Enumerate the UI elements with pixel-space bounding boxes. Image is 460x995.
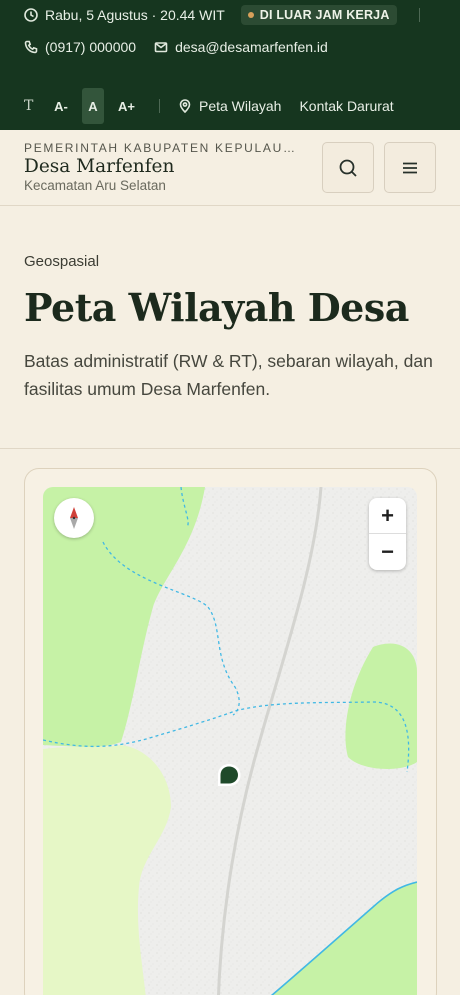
kontak-darurat-link[interactable]: Kontak Darurat [299,98,393,114]
font-increase-button[interactable]: A+ [114,88,139,124]
mail-icon [154,40,168,54]
site-header: PEMERINTAH KABUPATEN KEPULAUAN ARU Desa … [0,130,460,206]
search-button[interactable] [322,142,374,193]
email-link[interactable]: desa@desamarfenfen.id [154,39,328,55]
text-size-icon: T [24,98,34,114]
zoom-in-button[interactable]: + [369,498,406,534]
current-datetime: Rabu, 5 Agustus · 20.44 WIT [45,7,225,23]
top-info-bar: Rabu, 5 Agustus · 20.44 WIT DI LUAR JAM … [0,0,460,130]
compass-icon [70,507,78,529]
map-pin-icon [178,99,192,113]
status-badge-label: DI LUAR JAM KERJA [259,8,390,22]
zoom-control: + − [369,498,406,570]
page-description: Batas administratif (RW & RT), sebaran w… [24,351,433,399]
font-normal-button[interactable]: A [82,88,104,124]
peta-wilayah-label: Peta Wilayah [198,98,282,114]
map-tiles[interactable] [43,487,417,995]
phone-icon [24,40,38,54]
village-map[interactable] [43,487,417,995]
menu-icon [403,162,417,173]
font-decrease-button[interactable]: A- [50,88,72,124]
divider [158,99,160,113]
phone-link[interactable]: (0917) 000000 [24,39,136,55]
location-marker-icon[interactable] [216,762,242,788]
page-title: Peta Wilayah Desa [24,285,409,330]
office-status-badge: DI LUAR JAM KERJA [240,5,397,25]
search-icon [339,159,357,177]
government-label: PEMERINTAH KABUPATEN KEPULAUAN ARU [24,141,296,155]
menu-button[interactable] [384,142,436,193]
district-label: Kecamatan Aru Selatan [24,178,166,193]
kontak-darurat-label: Kontak Darurat [299,98,394,114]
divider [418,8,420,22]
clock-icon [24,8,38,22]
section-eyebrow: Geospasial [24,253,100,270]
peta-wilayah-link[interactable]: Peta Wilayah [178,98,281,114]
page-hero: Geospasial Peta Wilayah Desa Batas admin… [0,207,460,449]
village-name[interactable]: Desa Marfenfen [24,156,174,177]
compass-button[interactable] [54,498,94,538]
status-dot [247,12,254,18]
phone-number: (0917) 000000 [45,39,137,55]
email-address: desa@desamarfenfen.id [175,39,328,55]
zoom-out-button[interactable]: − [369,534,406,570]
